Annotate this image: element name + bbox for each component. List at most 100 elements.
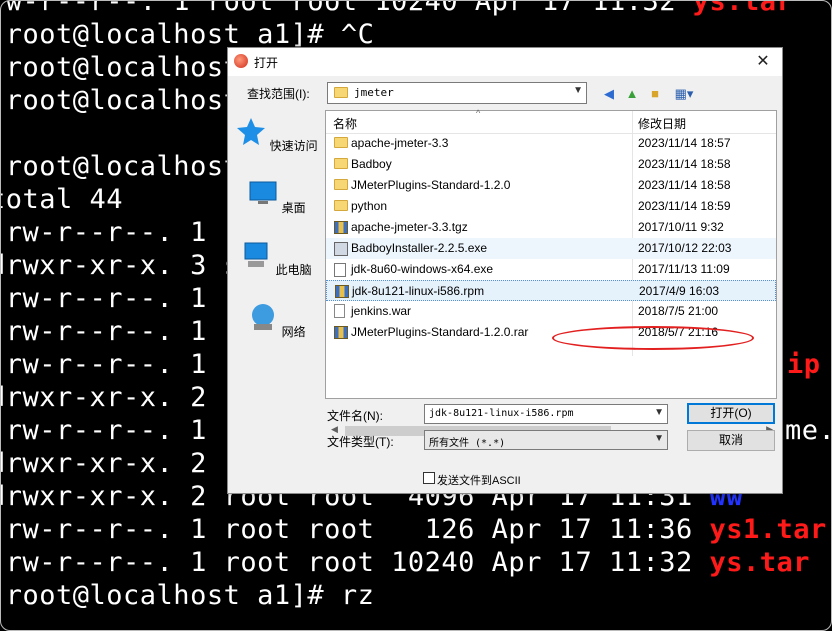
place-desktop[interactable]: 桌面 <box>234 178 320 216</box>
file-name: BadboyInstaller-2.2.5.exe <box>351 241 488 255</box>
file-type-value: 所有文件 (*.*) <box>429 438 506 449</box>
java-icon <box>334 263 346 277</box>
file-date: 2017/11/13 11:09 <box>638 262 730 276</box>
terminal-line: -rw-r--r--. 1 root root 10240 Apr 17 11:… <box>0 546 811 579</box>
file-name: Badboy <box>351 157 392 171</box>
ascii-checkbox[interactable] <box>423 472 435 484</box>
file-row[interactable]: Badboy 2023/11/14 18:58 <box>326 154 776 175</box>
file-date: 2023/11/14 18:57 <box>638 136 731 150</box>
open-button[interactable]: 打开(O) <box>687 403 775 424</box>
cancel-button[interactable]: 取消 <box>687 430 775 451</box>
terminal-text: [root@localhost a1]# ^C <box>0 19 375 50</box>
file-date: 2018/7/5 21:00 <box>638 304 719 318</box>
place-label: 快速访问 <box>269 139 318 153</box>
place-quick-access[interactable]: 快速访问 <box>234 116 320 154</box>
file-name: jdk-8u121-linux-i586.rpm <box>352 284 485 298</box>
exe-icon <box>334 242 348 256</box>
back-icon[interactable]: ◀ <box>600 85 618 103</box>
terminal-text: -rw-r--r--. 1 root root 126 Apr 17 11:36 <box>0 514 710 545</box>
terminal-text: -rw-r--r--. 1 root root 10240 Apr 17 11:… <box>0 547 710 578</box>
file-row[interactable]: python 2023/11/14 18:59 <box>326 196 776 217</box>
place-label: 网络 <box>281 325 306 339</box>
star-icon <box>237 118 266 145</box>
open-file-dialog: 打开 ✕ 查找范围(I): jmeter ▼ ◀ ▲ ■ ▦▾ 快速访问 桌面 … <box>227 47 783 494</box>
folder-icon <box>334 137 348 148</box>
dialog-title: 打开 <box>254 56 279 70</box>
file-row[interactable]: apache-jmeter-3.3 2023/11/14 18:57 <box>326 133 776 154</box>
terminal-filename: ys.tar <box>692 0 794 17</box>
desktop-icon <box>249 181 277 204</box>
view-menu-icon[interactable]: ▦▾ <box>670 85 698 103</box>
place-label: 此电脑 <box>275 263 312 277</box>
terminal-text: [root@localhost a1]# rz <box>0 580 375 611</box>
file-row[interactable]: jenkins.war 2018/7/5 21:00 <box>326 301 776 322</box>
terminal-line: -rw-r--r--. 1 root root 126 Apr 17 11:36… <box>0 513 827 546</box>
highlight-ellipse <box>552 326 754 350</box>
file-name: apache-jmeter-3.3.tgz <box>351 220 468 234</box>
archive-icon <box>335 285 349 298</box>
file-name: jenkins.war <box>351 304 412 318</box>
list-header: 名称 ^ 修改日期 <box>326 108 776 134</box>
chevron-down-icon: ▼ <box>573 85 583 96</box>
terminal-filename: ys.tar <box>709 547 811 578</box>
column-date-header[interactable]: 修改日期 <box>638 115 686 132</box>
folder-icon <box>334 158 348 169</box>
file-date: 2023/11/14 18:59 <box>638 199 731 213</box>
up-folder-icon[interactable]: ▲ <box>623 85 641 103</box>
file-type-dropdown[interactable]: 所有文件 (*.*) ▼ <box>424 430 668 450</box>
folder-icon <box>334 179 348 190</box>
app-icon <box>234 54 248 68</box>
look-in-label: 查找范围(I): <box>247 87 310 101</box>
network-icon <box>252 304 275 330</box>
file-row[interactable]: JMeterPlugins-Standard-1.2.0 2023/11/14 1… <box>326 175 776 196</box>
place-network[interactable]: 网络 <box>234 302 320 340</box>
file-date: 2017/10/12 22:03 <box>638 241 732 255</box>
file-type-label: 文件类型(T): <box>327 435 394 449</box>
file-name: JMeterPlugins-Standard-1.2.0.rar <box>351 325 529 339</box>
file-date: 2023/11/14 18:58 <box>638 157 731 171</box>
folder-icon <box>334 200 348 211</box>
archive-icon <box>334 326 348 339</box>
terminal-fragment-me: me.t <box>785 415 831 446</box>
terminal-line: drwxr-xr-x. 3 s <box>1 249 240 282</box>
place-label: 桌面 <box>281 201 306 215</box>
file-name-value: jdk-8u121-linux-i586.rpm <box>429 408 574 419</box>
terminal-line: [root@localhost a1]# rz <box>0 579 375 612</box>
computer-icon <box>244 242 268 267</box>
file-name: JMeterPlugins-Standard-1.2.0 <box>351 178 511 192</box>
terminal-line: total 44 <box>0 183 124 216</box>
file-name: jdk-8u60-windows-x64.exe <box>351 262 494 276</box>
terminal-fragment-ip: ip <box>787 349 821 380</box>
file-row[interactable]: jdk-8u60-windows-x64.exe 2017/11/13 11:09 <box>326 259 776 280</box>
terminal-text: total 44 <box>0 184 124 215</box>
file-row[interactable]: jdk-8u121-linux-i586.rpm 2017/4/9 16:03 <box>326 280 776 301</box>
file-list[interactable]: 名称 ^ 修改日期 apache-jmeter-3.3 2023/11/14 18… <box>325 108 777 439</box>
file-row[interactable]: BadboyInstaller-2.2.5.exe 2017/10/12 22:0… <box>326 238 776 259</box>
file-name-input[interactable]: jdk-8u121-linux-i586.rpm ▼ <box>424 404 668 424</box>
place-this-pc[interactable]: 此电脑 <box>234 240 320 278</box>
column-name-header[interactable]: 名称 <box>333 115 357 132</box>
file-row[interactable]: apache-jmeter-3.3.tgz 2017/10/11 9:32 <box>326 217 776 238</box>
close-button[interactable]: ✕ <box>748 50 778 74</box>
dialog-titlebar: 打开 ✕ <box>228 48 782 76</box>
look-in-value: jmeter <box>354 86 394 99</box>
terminal-line: rw-r--r--. 1 root root 10240 Apr 17 11:3… <box>0 0 794 18</box>
file-date: 2017/10/11 9:32 <box>638 220 724 234</box>
terminal-filename: ys1.tar <box>709 514 827 545</box>
sort-up-icon: ^ <box>476 108 481 118</box>
terminal-text: rw-r--r--. 1 root root 10240 Apr 17 11:3… <box>0 0 693 17</box>
chevron-down-icon: ▼ <box>654 407 664 418</box>
file-name: apache-jmeter-3.3 <box>351 136 449 150</box>
folder-icon <box>334 87 348 98</box>
file-icon <box>334 304 345 318</box>
chevron-down-icon: ▼ <box>654 433 664 444</box>
file-name: python <box>351 199 388 213</box>
file-date: 2023/11/14 18:58 <box>638 178 731 192</box>
ascii-checkbox-label: 发送文件到ASCII <box>437 475 521 487</box>
file-name-label: 文件名(N): <box>327 409 383 423</box>
new-folder-icon[interactable]: ■ <box>646 85 664 103</box>
places-bar: 快速访问 桌面 此电脑 网络 <box>234 110 320 450</box>
file-date: 2017/4/9 16:03 <box>639 284 720 298</box>
look-in-dropdown[interactable]: jmeter ▼ <box>327 82 587 104</box>
archive-icon <box>334 221 348 234</box>
